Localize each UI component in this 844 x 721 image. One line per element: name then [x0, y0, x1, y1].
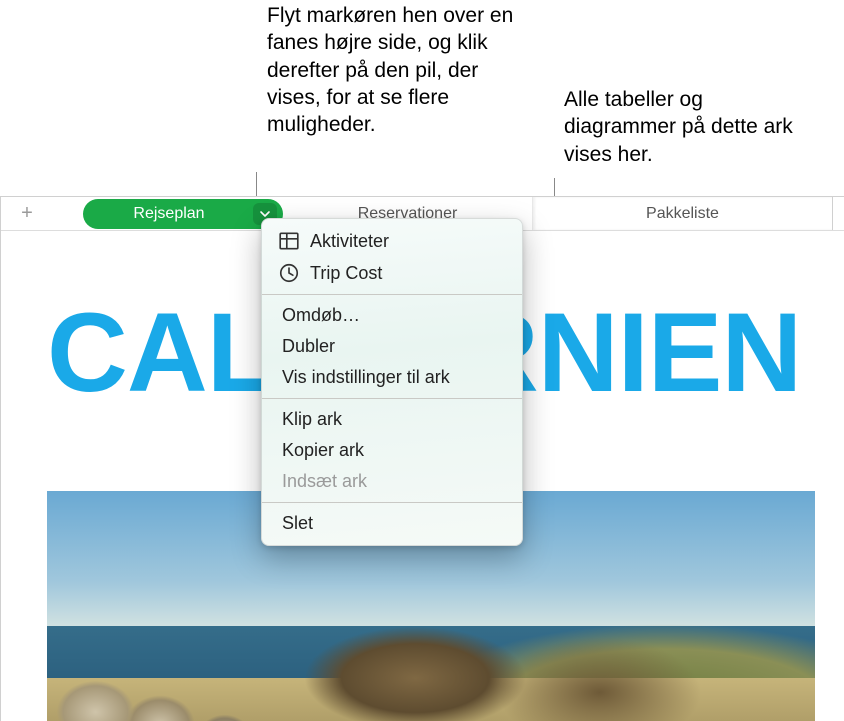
menu-item-label: Trip Cost — [310, 263, 382, 284]
menu-item-label: Vis indstillinger til ark — [282, 367, 450, 388]
sheet-tab-context-menu: Aktiviteter Trip Cost Omdøb… Dubler Vis … — [261, 218, 523, 546]
add-sheet-button[interactable]: + — [1, 197, 53, 230]
menu-item-rename[interactable]: Omdøb… — [262, 300, 522, 331]
menu-separator — [262, 502, 522, 503]
sheet-tab[interactable]: Pakkeliste — [533, 197, 833, 230]
menu-item-sheet-object[interactable]: Trip Cost — [262, 257, 522, 289]
menu-item-sheet-object[interactable]: Aktiviteter — [262, 225, 522, 257]
menu-item-duplicate[interactable]: Dubler — [262, 331, 522, 362]
sheet-tab-active[interactable]: Rejseplan — [83, 199, 283, 229]
callout-sheet-contents: Alle tabeller og diagrammer på dette ark… — [564, 86, 814, 168]
menu-item-copy-sheet[interactable]: Kopier ark — [262, 435, 522, 466]
menu-item-label: Aktiviteter — [310, 231, 389, 252]
plus-icon: + — [21, 202, 33, 225]
clock-icon — [278, 262, 300, 284]
menu-item-show-sheet-settings[interactable]: Vis indstillinger til ark — [262, 362, 522, 393]
menu-item-label: Omdøb… — [282, 305, 360, 326]
menu-item-label: Klip ark — [282, 409, 342, 430]
menu-item-label: Kopier ark — [282, 440, 364, 461]
menu-item-label: Indsæt ark — [282, 471, 367, 492]
menu-item-label: Dubler — [282, 336, 335, 357]
photo-layer — [47, 634, 370, 721]
menu-separator — [262, 294, 522, 295]
menu-item-paste-sheet: Indsæt ark — [262, 466, 522, 497]
menu-separator — [262, 398, 522, 399]
menu-item-label: Slet — [282, 513, 313, 534]
sheet-tab-label: Rejseplan — [133, 205, 204, 223]
callout-tab-options: Flyt markøren hen over en fanes højre si… — [267, 2, 527, 138]
sheet-tab-label: Pakkeliste — [646, 205, 719, 223]
menu-item-cut-sheet[interactable]: Klip ark — [262, 404, 522, 435]
menu-item-delete-sheet[interactable]: Slet — [262, 508, 522, 539]
table-icon — [278, 230, 300, 252]
